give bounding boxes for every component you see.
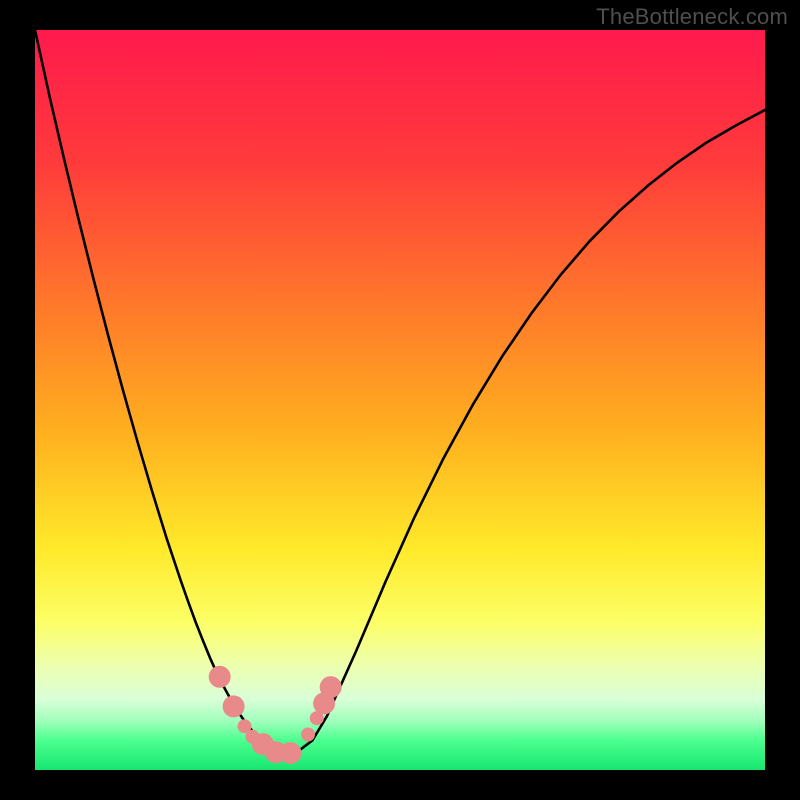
right-top-dot: [320, 676, 342, 698]
gradient-background: [35, 30, 765, 770]
valley-dot-c: [280, 742, 302, 764]
chart-svg: [0, 0, 800, 800]
watermark-text: TheBottleneck.com: [596, 4, 788, 30]
left-mid-dot: [223, 695, 245, 717]
left-upper-dot: [209, 666, 231, 688]
chart-frame: TheBottleneck.com: [0, 0, 800, 800]
right-lower-dot: [301, 728, 315, 742]
